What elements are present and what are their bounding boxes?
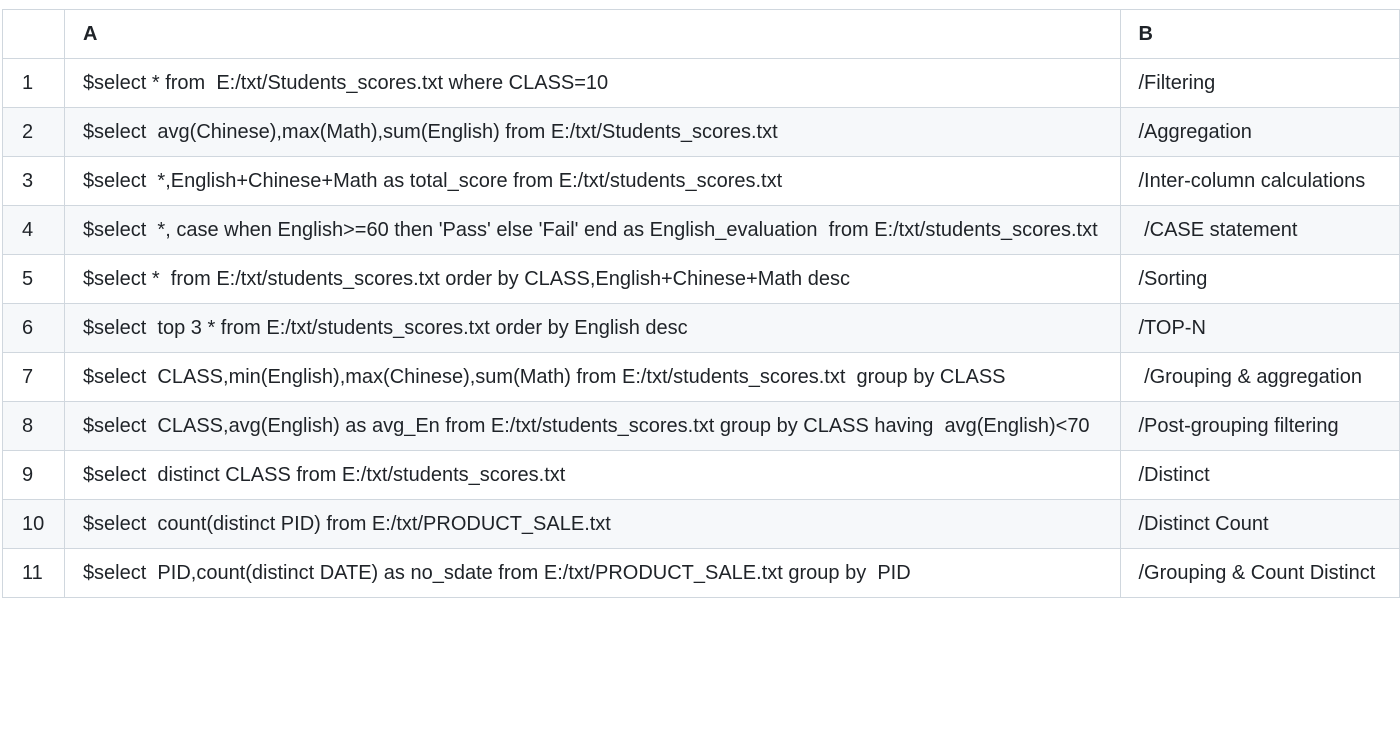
table-row: 10 $select count(distinct PID) from E:/t… xyxy=(2,499,1400,549)
table-row: 9 $select distinct CLASS from E:/txt/stu… xyxy=(2,450,1400,500)
operation-label: /CASE statement xyxy=(1119,205,1400,255)
row-number: 5 xyxy=(2,254,65,304)
row-number: 1 xyxy=(2,58,65,108)
operation-label: /Inter-column calculations xyxy=(1119,156,1400,206)
sql-statement: $select *, case when English>=60 then 'P… xyxy=(63,205,1121,255)
sql-statement: $select distinct CLASS from E:/txt/stude… xyxy=(63,450,1121,500)
header-row: A B xyxy=(2,9,1400,59)
sql-statement: $select avg(Chinese),max(Math),sum(Engli… xyxy=(63,107,1121,157)
operation-label: /Post-grouping filtering xyxy=(1119,401,1400,451)
sql-statement: $select PID,count(distinct DATE) as no_s… xyxy=(63,548,1121,598)
table-row: 2 $select avg(Chinese),max(Math),sum(Eng… xyxy=(2,107,1400,157)
row-number: 4 xyxy=(2,205,65,255)
sql-statement: $select *,English+Chinese+Math as total_… xyxy=(63,156,1121,206)
row-number: 9 xyxy=(2,450,65,500)
table-row: 6 $select top 3 * from E:/txt/students_s… xyxy=(2,303,1400,353)
table-row: 1 $select * from E:/txt/Students_scores.… xyxy=(2,58,1400,108)
sql-statement: $select CLASS,min(English),max(Chinese),… xyxy=(63,352,1121,402)
operation-label: /Grouping & aggregation xyxy=(1119,352,1400,402)
sql-statement: $select count(distinct PID) from E:/txt/… xyxy=(63,499,1121,549)
header-column-a: A xyxy=(63,9,1121,59)
operation-label: /Filtering xyxy=(1119,58,1400,108)
row-number: 11 xyxy=(2,548,65,598)
row-number: 3 xyxy=(2,156,65,206)
sql-statement: $select * from E:/txt/students_scores.tx… xyxy=(63,254,1121,304)
row-number: 10 xyxy=(2,499,65,549)
header-column-b: B xyxy=(1119,9,1400,59)
table-row: 8 $select CLASS,avg(English) as avg_En f… xyxy=(2,401,1400,451)
operation-label: /TOP-N xyxy=(1119,303,1400,353)
row-number: 7 xyxy=(2,352,65,402)
operation-label: /Distinct Count xyxy=(1119,499,1400,549)
row-number: 2 xyxy=(2,107,65,157)
table-row: 5 $select * from E:/txt/students_scores.… xyxy=(2,254,1400,304)
sql-statement: $select top 3 * from E:/txt/students_sco… xyxy=(63,303,1121,353)
table-row: 7 $select CLASS,min(English),max(Chinese… xyxy=(2,352,1400,402)
operation-label: /Aggregation xyxy=(1119,107,1400,157)
row-number: 6 xyxy=(2,303,65,353)
operation-label: /Sorting xyxy=(1119,254,1400,304)
header-row-number xyxy=(2,9,65,59)
table-row: 11 $select PID,count(distinct DATE) as n… xyxy=(2,548,1400,598)
operation-label: /Grouping & Count Distinct xyxy=(1119,548,1400,598)
sql-examples-table: A B 1 $select * from E:/txt/Students_sco… xyxy=(2,9,1400,598)
sql-statement: $select * from E:/txt/Students_scores.tx… xyxy=(63,58,1121,108)
operation-label: /Distinct xyxy=(1119,450,1400,500)
sql-statement: $select CLASS,avg(English) as avg_En fro… xyxy=(63,401,1121,451)
table-row: 3 $select *,English+Chinese+Math as tota… xyxy=(2,156,1400,206)
row-number: 8 xyxy=(2,401,65,451)
table-row: 4 $select *, case when English>=60 then … xyxy=(2,205,1400,255)
